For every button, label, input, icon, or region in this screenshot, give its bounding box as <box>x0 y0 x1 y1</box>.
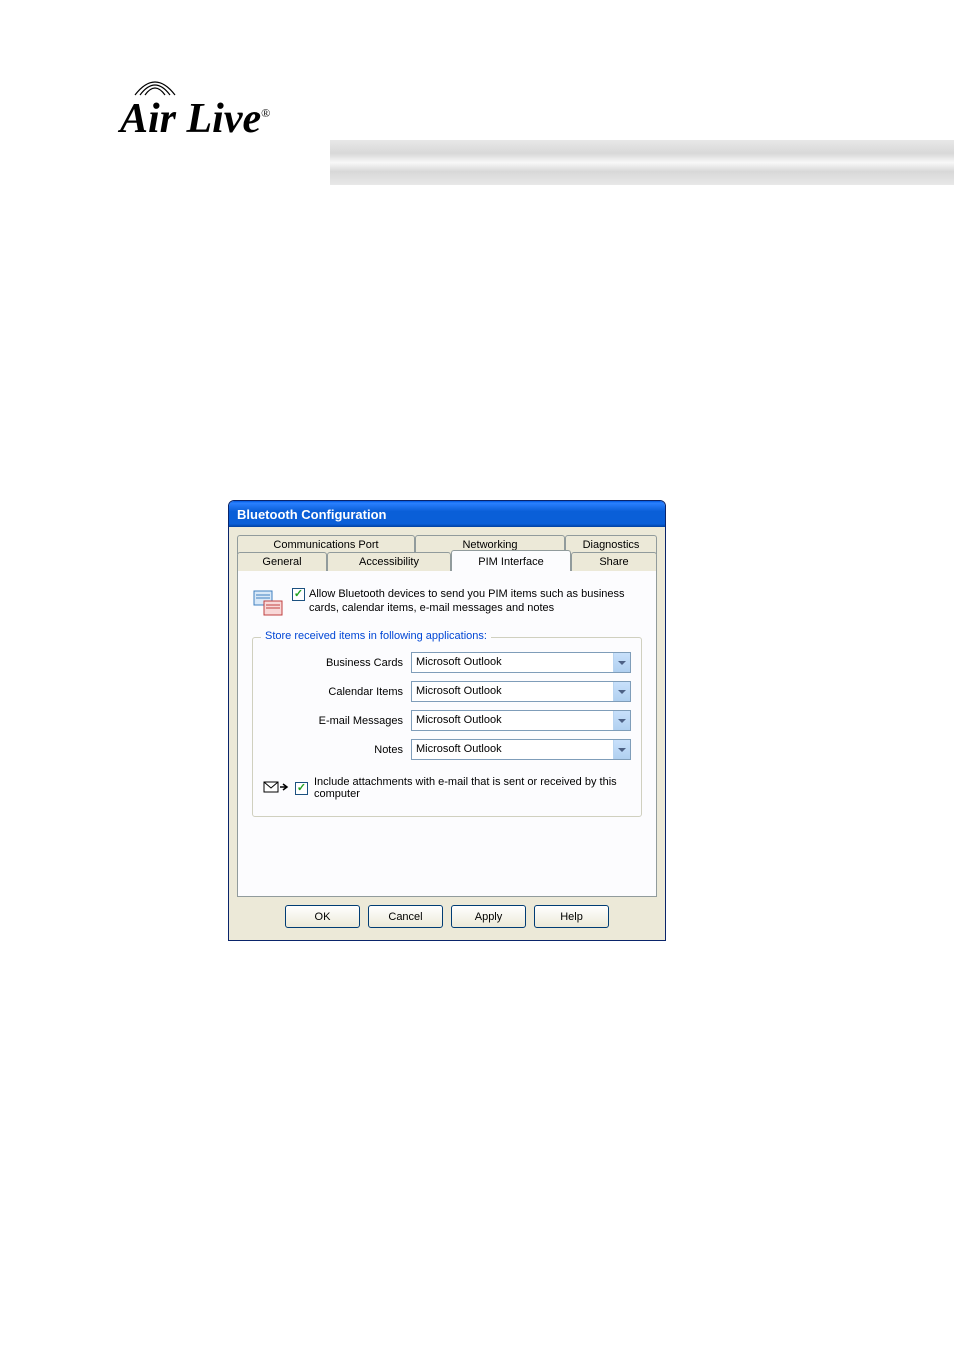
chevron-down-icon <box>613 653 630 672</box>
include-attachments-label: Include attachments with e-mail that is … <box>314 776 631 800</box>
allow-checkbox-wrap: Allow Bluetooth devices to send you PIM … <box>292 587 642 616</box>
attach-row: Include attachments with e-mail that is … <box>263 776 631 800</box>
dialog-title: Bluetooth Configuration <box>237 507 386 522</box>
label-business-cards: Business Cards <box>263 657 411 669</box>
tab-accessibility[interactable]: Accessibility <box>327 552 451 571</box>
tab-share[interactable]: Share <box>571 552 657 571</box>
select-business-cards[interactable]: Microsoft Outlook <box>411 652 631 673</box>
field-notes: Notes Microsoft Outlook <box>263 739 631 760</box>
mail-arrow-icon <box>263 780 289 796</box>
chevron-down-icon <box>613 740 630 759</box>
include-attachments-checkbox[interactable] <box>295 782 308 795</box>
logo-text: Air Live® <box>120 96 270 142</box>
select-calendar-items[interactable]: Microsoft Outlook <box>411 681 631 702</box>
tab-pim-interface[interactable]: PIM Interface <box>451 550 571 571</box>
cancel-button[interactable]: Cancel <box>368 905 443 928</box>
tabs-front-row: General Accessibility PIM Interface Shar… <box>237 552 657 571</box>
allow-pim-checkbox[interactable] <box>292 588 305 601</box>
tab-general[interactable]: General <box>237 552 327 571</box>
field-email-messages: E-mail Messages Microsoft Outlook <box>263 710 631 731</box>
field-calendar-items: Calendar Items Microsoft Outlook <box>263 681 631 702</box>
allow-pim-label: Allow Bluetooth devices to send you PIM … <box>309 587 642 616</box>
label-calendar-items: Calendar Items <box>263 686 411 698</box>
titlebar: Bluetooth Configuration <box>229 501 665 527</box>
bluetooth-config-dialog: Bluetooth Configuration Communications P… <box>228 500 666 941</box>
field-business-cards: Business Cards Microsoft Outlook <box>263 652 631 673</box>
groupbox-title: Store received items in following applic… <box>261 630 491 642</box>
select-email-messages[interactable]: Microsoft Outlook <box>411 710 631 731</box>
chevron-down-icon <box>613 682 630 701</box>
logo: Air Live® <box>120 95 320 155</box>
store-items-groupbox: Store received items in following applic… <box>252 637 642 817</box>
select-notes[interactable]: Microsoft Outlook <box>411 739 631 760</box>
allow-row: Allow Bluetooth devices to send you PIM … <box>252 587 642 619</box>
label-notes: Notes <box>263 744 411 756</box>
chevron-down-icon <box>613 711 630 730</box>
dialog-body: Communications Port Networking Diagnosti… <box>229 527 665 940</box>
wifi-icon <box>130 77 180 97</box>
help-button[interactable]: Help <box>534 905 609 928</box>
ok-button[interactable]: OK <box>285 905 360 928</box>
button-row: OK Cancel Apply Help <box>237 905 657 928</box>
apply-button[interactable]: Apply <box>451 905 526 928</box>
pim-icon <box>252 587 284 619</box>
label-email-messages: E-mail Messages <box>263 715 411 727</box>
tab-content: Allow Bluetooth devices to send you PIM … <box>237 571 657 897</box>
header-stripe <box>330 140 954 185</box>
